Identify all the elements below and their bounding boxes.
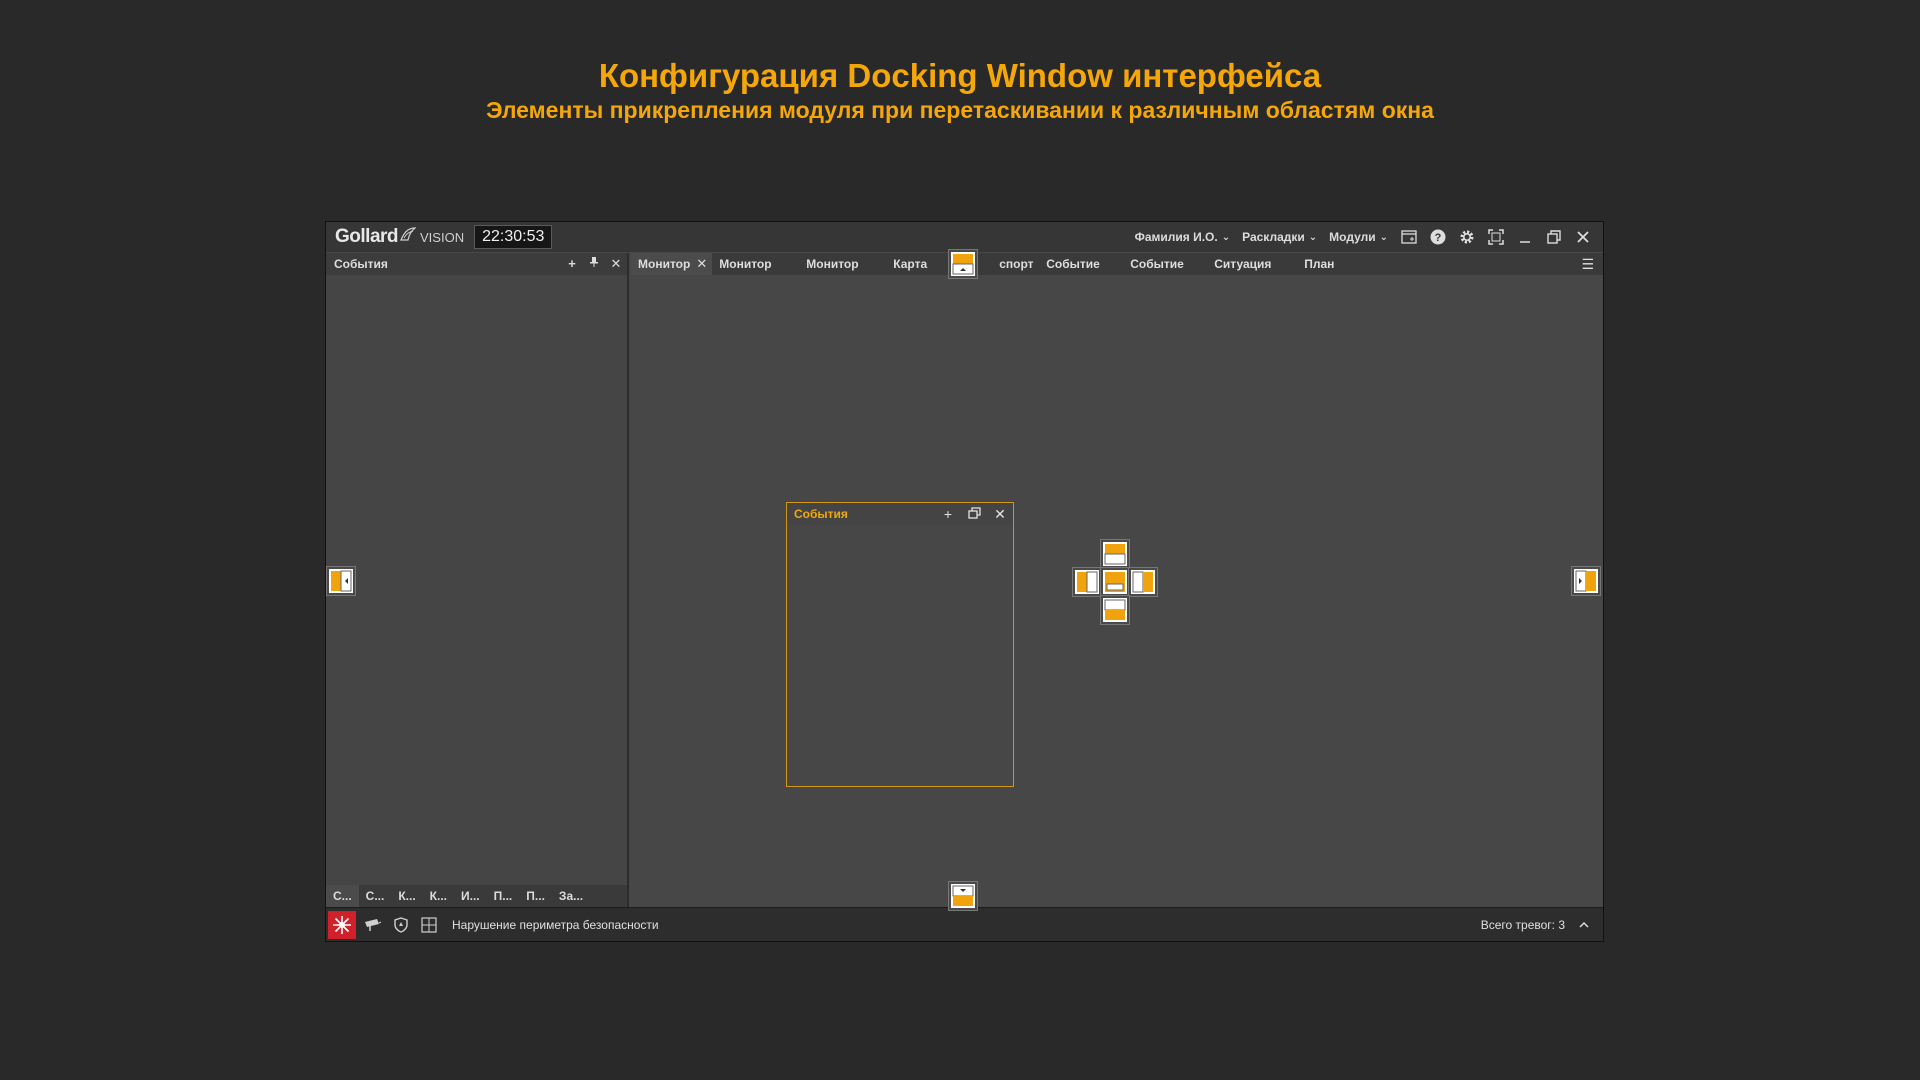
dock-center-bottom-icon[interactable]	[1101, 596, 1129, 624]
bottom-tab[interactable]: За...	[552, 885, 590, 907]
tab-plan[interactable]: План	[1297, 253, 1357, 275]
close-icon[interactable]	[1574, 228, 1592, 246]
floating-panel-header[interactable]: События + ✕	[787, 503, 1013, 525]
bottom-tab[interactable]: П...	[519, 885, 552, 907]
slide-heading: Конфигурация Docking Window интерфейса Э…	[0, 56, 1920, 124]
left-docked-panel: События + ✕ С... С... К... К... И... П..…	[326, 253, 629, 907]
tab-monitor-active[interactable]: Монитор ✕	[631, 253, 713, 275]
logo-sub: VISION	[420, 230, 465, 245]
pin-icon[interactable]	[583, 256, 605, 272]
close-icon[interactable]: ✕	[987, 506, 1013, 523]
alarm-total: Всего тревог: 3	[1480, 917, 1565, 932]
floating-panel-title: События	[794, 507, 848, 521]
logo-main: Gollard	[335, 226, 399, 247]
tab-transport[interactable]: спорт	[973, 253, 1039, 275]
close-icon[interactable]: ✕	[696, 256, 707, 271]
dock-bottom-guide-icon[interactable]	[949, 882, 977, 910]
left-panel-tools: + ✕	[561, 256, 627, 272]
add-icon[interactable]: +	[561, 256, 583, 272]
bottom-tab[interactable]: К...	[423, 885, 454, 907]
shield-icon[interactable]	[390, 916, 412, 933]
dock-right-guide-icon[interactable]	[1572, 567, 1600, 595]
slide-subtitle: Элементы прикрепления модуля при перетас…	[486, 97, 1434, 123]
camera-icon[interactable]	[362, 918, 384, 932]
clock: 22:30:53	[474, 225, 553, 249]
slide-title: Конфигурация Docking Window интерфейса	[598, 57, 1322, 94]
user-menu-label: Фамилия И.О.	[1134, 230, 1218, 244]
chevron-down-icon: ⌄	[1308, 231, 1318, 243]
user-menu[interactable]: Фамилия И.О. ⌄	[1135, 230, 1231, 244]
fullscreen-icon[interactable]	[1487, 228, 1505, 246]
floating-panel[interactable]: События + ✕	[786, 502, 1014, 787]
status-message: Нарушение периметра безопасности	[452, 917, 659, 932]
layouts-menu-label: Раскладки	[1242, 230, 1305, 244]
menu-icon[interactable]: ☰	[1581, 256, 1594, 273]
close-icon[interactable]: ✕	[605, 256, 627, 272]
dock-top-guide-icon[interactable]	[949, 250, 977, 278]
tab-monitor[interactable]: Монитор	[799, 253, 886, 275]
status-bar: Нарушение периметра безопасности Всего т…	[326, 907, 1603, 941]
bottom-tab[interactable]: С...	[326, 885, 359, 907]
svg-text:?: ?	[1435, 232, 1442, 244]
layouts-menu[interactable]: Раскладки ⌄	[1242, 230, 1317, 244]
chevron-down-icon: ⌄	[1379, 231, 1388, 243]
dock-center-right-icon[interactable]	[1129, 568, 1157, 596]
app-logo: Gollard VISION	[335, 226, 464, 248]
tab-label: Монитор	[638, 257, 691, 271]
title-menus: Фамилия И.О. ⌄ Раскладки ⌄ Модули ⌄ ?	[1135, 222, 1603, 252]
restore-icon[interactable]	[1545, 228, 1563, 246]
dock-center-cross	[1073, 540, 1157, 624]
dock-center-tab-icon[interactable]	[1101, 568, 1129, 596]
dock-center-top-icon[interactable]	[1101, 540, 1129, 568]
perimeter-icon[interactable]	[418, 916, 440, 933]
modules-menu[interactable]: Модули ⌄	[1329, 230, 1388, 244]
add-icon[interactable]: +	[935, 506, 961, 523]
left-panel-header: События + ✕	[326, 253, 627, 275]
dock-left-guide-icon[interactable]	[327, 567, 355, 595]
modules-menu-label: Модули	[1329, 230, 1376, 244]
bottom-tab[interactable]: С...	[359, 885, 392, 907]
gear-icon[interactable]	[1458, 228, 1476, 246]
document-tabs: Монитор ✕ Монитор Монитор Карта спорт Соб…	[631, 253, 1603, 275]
left-panel-bottom-tabs: С... С... К... К... И... П... П... За...	[326, 885, 627, 907]
tab-monitor[interactable]: Монитор	[712, 253, 799, 275]
tab-situation[interactable]: Ситуация	[1207, 253, 1297, 275]
bottom-tab[interactable]: И...	[454, 885, 487, 907]
tab-event[interactable]: Событие	[1123, 253, 1207, 275]
chevron-up-icon[interactable]	[1579, 918, 1589, 932]
left-panel-title: События	[334, 257, 388, 271]
help-icon[interactable]: ?	[1429, 228, 1447, 246]
dock-center-left-icon[interactable]	[1073, 568, 1101, 596]
chevron-down-icon: ⌄	[1221, 231, 1231, 243]
new-window-icon[interactable]	[1400, 228, 1418, 246]
bottom-tab[interactable]: К...	[391, 885, 422, 907]
logo-wing-icon	[400, 227, 417, 241]
alarm-icon[interactable]	[328, 910, 356, 939]
bottom-tab[interactable]: П...	[487, 885, 520, 907]
tab-event[interactable]: Событие	[1039, 253, 1123, 275]
floating-panel-tools: + ✕	[935, 506, 1013, 523]
title-bar: Gollard VISION 22:30:53 Фамилия И.О. ⌄ Р…	[326, 222, 1603, 252]
minimize-icon[interactable]	[1516, 228, 1534, 246]
restore-icon[interactable]	[961, 506, 987, 523]
